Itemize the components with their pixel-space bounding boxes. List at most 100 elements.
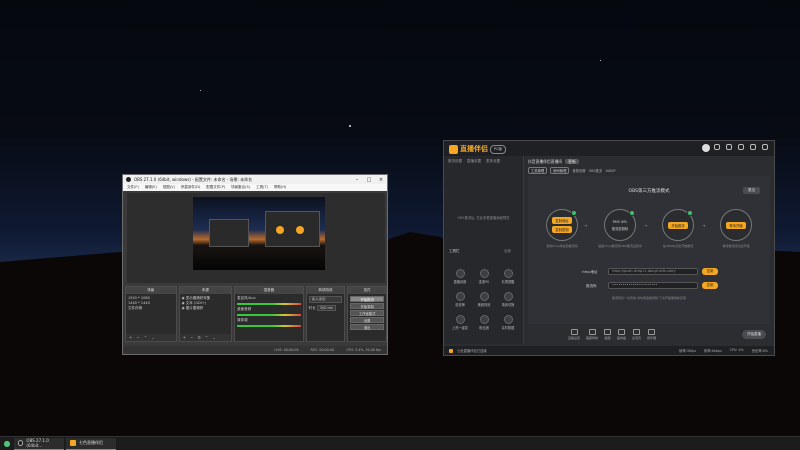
tab-push-settings[interactable]: 推流设置: [448, 159, 462, 164]
settings-icon[interactable]: [738, 144, 744, 150]
stream-key-field[interactable]: ••••••••••••••••••••••: [608, 282, 698, 289]
star: [349, 125, 351, 127]
minimize-icon[interactable]: [750, 144, 756, 150]
remove-icon[interactable]: −: [190, 335, 193, 340]
duration-input[interactable]: 300 ms: [316, 305, 336, 311]
menu-tools[interactable]: 工具(T): [256, 185, 268, 190]
brand-logo-icon: [449, 144, 458, 154]
message-icon[interactable]: [714, 144, 720, 150]
up-icon[interactable]: ⌃: [144, 335, 147, 340]
arrow-icon: →: [644, 223, 648, 228]
menu-file[interactable]: 文件(F): [127, 185, 139, 190]
screenshot-icon: [604, 328, 612, 335]
menu-profile[interactable]: 配置文件(P): [206, 185, 225, 190]
start-menu-icon[interactable]: ●: [2, 439, 12, 449]
exit-mode-button[interactable]: 退出: [743, 187, 760, 194]
tool-item[interactable]: 场景切换: [496, 292, 520, 307]
tab-more-settings[interactable]: 更多设置: [486, 159, 500, 164]
tab-live-settings[interactable]: 直播设置: [467, 159, 481, 164]
down-icon[interactable]: ⌄: [151, 335, 154, 340]
menu-help[interactable]: 帮助(H): [274, 185, 286, 190]
copy-key-button[interactable]: 复制密钥: [552, 226, 572, 233]
obs-menu-bar: 文件(F) 编辑(E) 视图(V) 停靠部件(D) 配置文件(P) 场景集合(S…: [123, 184, 387, 191]
remove-icon[interactable]: −: [136, 335, 139, 340]
tool-management-chip[interactable]: 工具管理: [528, 167, 548, 174]
obs-canvas[interactable]: [193, 197, 325, 270]
minimize-icon[interactable]: –: [351, 177, 363, 183]
start-streaming-button[interactable]: 开始推流: [350, 296, 384, 302]
helper-brand: 直播伴侣 PC版: [449, 144, 507, 154]
speaker-icon: [648, 328, 656, 335]
close-icon[interactable]: [762, 144, 768, 150]
beauty-icon: [588, 328, 596, 335]
bottom-tool[interactable]: 直播设置: [568, 328, 580, 340]
star: [200, 90, 201, 91]
taskbar-item-obs[interactable]: OBS 27.1.0 (64bit...: [14, 437, 64, 450]
obs-title-bar[interactable]: OBS 27.1.0 (64bit, windows) - 配置文件: 未命名 …: [123, 175, 387, 184]
copy-key-button[interactable]: 复制: [702, 282, 718, 289]
tool-item[interactable]: 实时数据: [496, 315, 520, 330]
settings-button[interactable]: 设置: [350, 317, 384, 323]
mini-helper-step: [276, 226, 284, 234]
down-icon[interactable]: ⌄: [212, 335, 215, 340]
live-time: LIVE: 00:00:00: [274, 348, 299, 352]
menu-scene-collection[interactable]: 场景集合(S): [231, 185, 250, 190]
pk-icon: [479, 269, 489, 278]
helper-title-bar[interactable]: 直播伴侣 PC版: [444, 141, 774, 156]
stream-key-hint: 推流码仅一次有效,请勿泄露推流码,下次开播需重新获取: [612, 296, 686, 300]
mixer-channel-label: 媒体源: [237, 318, 248, 322]
studio-mode-button[interactable]: 工作室模式: [350, 310, 384, 316]
exit-button[interactable]: 退出: [350, 324, 384, 330]
rtmp-address-field[interactable]: rtmp://push-rtmp-l1.douyincdn.com/: [608, 268, 698, 275]
tool-item[interactable]: 说说榜: [448, 292, 472, 307]
avatar[interactable]: [702, 144, 710, 152]
obs-preview-area[interactable]: [127, 193, 385, 283]
tools-more-link[interactable]: 全部: [504, 249, 511, 254]
volume-meter[interactable]: [237, 314, 301, 316]
menu-edit[interactable]: 编辑(E): [145, 185, 157, 190]
bottom-tool[interactable]: 画中画: [617, 328, 626, 340]
data-icon: [503, 315, 513, 324]
volume-meter[interactable]: [237, 303, 301, 305]
volume-meter[interactable]: [237, 325, 301, 327]
copy-address-button[interactable]: 复制地址: [552, 217, 572, 224]
close-icon[interactable]: ×: [375, 177, 387, 183]
start-recording-button[interactable]: 开始录制: [350, 303, 384, 309]
menu-docks[interactable]: 停靠部件(D): [181, 185, 200, 190]
tool-item[interactable]: 上热一键发: [448, 315, 472, 330]
step-badge: [571, 210, 577, 216]
add-icon[interactable]: +: [183, 335, 186, 340]
taskbar-item-helper[interactable]: 七色直播伴侣: [66, 437, 116, 450]
bottom-tool[interactable]: 麦克风: [632, 328, 641, 340]
copy-rtmp-button[interactable]: 复制: [702, 268, 718, 275]
start-live-button[interactable]: 开始直播: [742, 329, 766, 339]
bottom-tool[interactable]: 截图: [604, 328, 612, 340]
up-icon[interactable]: ⌃: [205, 335, 208, 340]
maximize-icon[interactable]: □: [363, 177, 375, 183]
sources-dock: 来源 ◉ 显示器捕获采集 ◉ 文本 (GDI+) ◉ 图片置捕获 + − ⚙ ⌃ ⌄: [178, 286, 233, 342]
source-item[interactable]: ◉ 图片置捕获: [182, 306, 230, 311]
obs-logo-icon: [126, 177, 131, 182]
tool-item[interactable]: 粉丝团: [472, 315, 496, 330]
microphone-icon: [633, 328, 641, 335]
controls-dock: 控件 开始推流 开始录制 工作室模式 设置 退出: [347, 286, 387, 342]
transition-select[interactable]: 淡入淡出: [308, 296, 343, 303]
tool-item[interactable]: 礼物提醒: [496, 269, 520, 284]
mixer-channel-label: 桌面音频: [237, 307, 252, 311]
obs-window[interactable]: OBS 27.1.0 (64bit, windows) - 配置文件: 未命名 …: [122, 174, 388, 355]
help-icon[interactable]: [726, 144, 732, 150]
room-management-chip[interactable]: 房间管理: [550, 167, 570, 174]
scene-item[interactable]: 文件存储: [128, 306, 174, 311]
transitions-dock: 转场特效 淡入淡出 时长 300 ms: [305, 286, 346, 342]
bottom-tool[interactable]: 美颜特效: [586, 328, 598, 340]
room-tag[interactable]: 更新: [565, 159, 579, 164]
live-helper-window[interactable]: 直播伴侣 PC版 推流设置 直播设置 更多设置 OBS推流后, 在此查看直播画面…: [443, 140, 775, 356]
bottom-tool[interactable]: 扬声器: [647, 328, 656, 340]
tool-item[interactable]: 连麦PK: [472, 269, 496, 284]
tool-item[interactable]: 美颜特效: [472, 292, 496, 307]
pip-icon: [618, 328, 626, 335]
add-icon[interactable]: +: [129, 335, 132, 340]
menu-view[interactable]: 视图(V): [163, 185, 175, 190]
gear-icon[interactable]: ⚙: [197, 335, 201, 340]
tool-item[interactable]: 直播设置: [448, 269, 472, 284]
